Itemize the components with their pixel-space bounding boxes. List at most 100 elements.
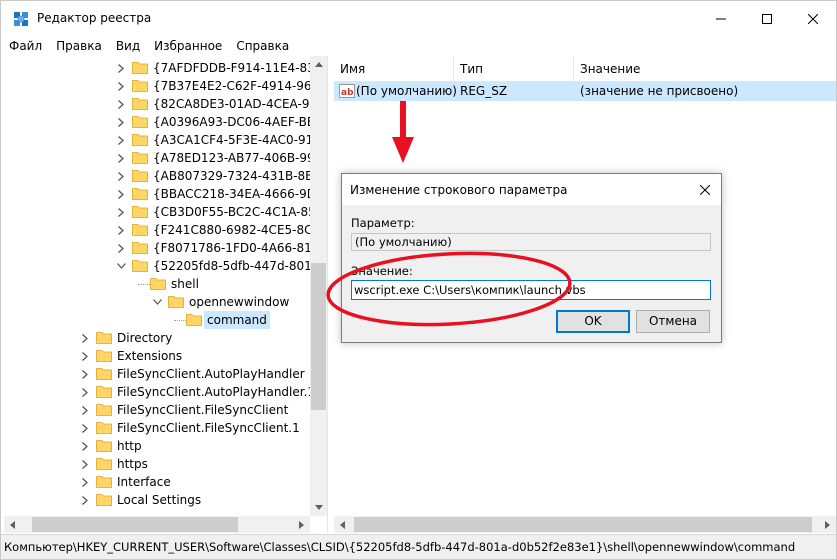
chevron-right-icon[interactable]: [116, 243, 126, 253]
chevron-down-icon[interactable]: [116, 261, 126, 271]
close-button[interactable]: [790, 1, 836, 37]
folder-icon: [132, 170, 148, 182]
string-value-icon: ab: [339, 84, 355, 98]
menu-edit[interactable]: Правка: [49, 37, 109, 56]
tree-item[interactable]: {F8071786-1FD0-4A66-81A1-3CB: [4, 239, 327, 257]
tree-item-label: Directory: [117, 331, 173, 345]
tree-item[interactable]: http: [4, 437, 324, 455]
tree-item[interactable]: {BBACC218-34EA-4666-9D7A-C7: [4, 185, 327, 203]
tree-item[interactable]: {AB807329-7324-431B-8B36-DBD: [4, 167, 327, 185]
folder-icon: [168, 296, 184, 308]
tree-item-label: FileSyncClient.AutoPlayHandler.1: [117, 385, 316, 399]
tree-item[interactable]: FileSyncClient.FileSyncClient: [4, 401, 324, 419]
registry-tree[interactable]: {7AFDFDDB-F914-11E4-8377-6C3 {7B37E4E2-C6…: [4, 56, 327, 533]
tree-item-label: shell: [171, 277, 199, 291]
tree-item-label: opennewwindow: [189, 295, 290, 309]
scroll-up-arrow-icon[interactable]: [310, 56, 327, 73]
cancel-button[interactable]: Отмена: [636, 310, 710, 333]
tree-item[interactable]: opennewwindow: [4, 293, 324, 311]
tree-item[interactable]: FileSyncClient.AutoPlayHandler.1: [4, 383, 324, 401]
folder-icon: [96, 332, 112, 344]
folder-icon: [132, 242, 148, 254]
tree-item[interactable]: {A0396A93-DC06-4AEF-BEE9-95F: [4, 113, 327, 131]
tree-item[interactable]: shell: [4, 275, 324, 293]
tree-item[interactable]: FileSyncClient.FileSyncClient.1: [4, 419, 324, 437]
minimize-icon: [716, 18, 726, 20]
scroll-left-arrow-icon[interactable]: [334, 516, 351, 533]
chevron-right-icon[interactable]: [116, 117, 126, 127]
menu-bar: Файл Правка Вид Избранное Справка: [1, 37, 836, 56]
status-path: Компьютер\HKEY_CURRENT_USER\Software\Cla…: [4, 540, 796, 554]
chevron-right-icon[interactable]: [116, 135, 126, 145]
column-header-type[interactable]: Тип: [454, 56, 574, 82]
chevron-right-icon[interactable]: [80, 441, 90, 451]
column-header-name[interactable]: Имя: [334, 56, 454, 82]
tree-item[interactable]: {F241C880-6982-4CE5-8CF7-7085: [4, 221, 327, 239]
chevron-right-icon[interactable]: [116, 153, 126, 163]
scroll-down-arrow-icon[interactable]: [310, 499, 327, 516]
row-value: (значение не присвоено): [580, 84, 739, 98]
chevron-right-icon[interactable]: [80, 405, 90, 415]
annotation-ellipse-icon: [326, 251, 572, 327]
tree-horizontal-scrollbar[interactable]: [4, 516, 310, 533]
scroll-right-arrow-icon[interactable]: [293, 516, 310, 533]
menu-favorites[interactable]: Избранное: [147, 37, 229, 56]
chevron-right-icon[interactable]: [80, 477, 90, 487]
list-row[interactable]: ab (По умолчанию) REG_SZ (значение не пр…: [334, 82, 836, 101]
column-header-value[interactable]: Значение: [574, 56, 836, 82]
param-label: Параметр:: [351, 216, 415, 230]
close-icon: [808, 14, 818, 24]
tree-item[interactable]: command: [4, 311, 324, 329]
tree-item[interactable]: Extensions: [4, 347, 324, 365]
chevron-right-icon[interactable]: [80, 495, 90, 505]
folder-icon: [132, 206, 148, 218]
list-horizontal-scrollbar[interactable]: [334, 516, 836, 533]
chevron-right-icon[interactable]: [116, 225, 126, 235]
tree-horizontal-scroll-thumb[interactable]: [32, 517, 238, 532]
chevron-right-icon[interactable]: [116, 207, 126, 217]
chevron-right-icon[interactable]: [80, 351, 90, 361]
minimize-button[interactable]: [698, 1, 744, 37]
chevron-right-icon[interactable]: [116, 81, 126, 91]
scroll-right-arrow-icon[interactable]: [819, 516, 836, 533]
tree-item[interactable]: {A3CA1CF4-5F3E-4AC0-91B9-0D: [4, 131, 327, 149]
chevron-right-icon[interactable]: [80, 387, 90, 397]
chevron-right-icon[interactable]: [116, 63, 126, 73]
chevron-right-icon[interactable]: [80, 459, 90, 469]
tree-item[interactable]: Interface: [4, 473, 324, 491]
folder-icon: [96, 386, 112, 398]
tree-item[interactable]: {7B37E4E2-C62F-4914-9620-8FB5: [4, 77, 327, 95]
dialog-title-bar: Изменение строкового параметра: [342, 174, 721, 205]
folder-open-icon: [186, 314, 202, 326]
list-horizontal-scroll-thumb[interactable]: [354, 517, 812, 532]
tree-item[interactable]: FileSyncClient.AutoPlayHandler: [4, 365, 324, 383]
maximize-button[interactable]: [744, 1, 790, 37]
chevron-right-icon[interactable]: [116, 189, 126, 199]
chevron-down-icon[interactable]: [152, 297, 162, 307]
folder-icon: [132, 260, 148, 272]
tree-item-label: Interface: [117, 475, 171, 489]
chevron-right-icon[interactable]: [80, 333, 90, 343]
folder-icon: [132, 152, 148, 164]
folder-icon: [96, 440, 112, 452]
tree-item[interactable]: Local Settings: [4, 491, 324, 509]
scroll-left-arrow-icon[interactable]: [4, 516, 21, 533]
tree-item-label: {82CA8DE3-01AD-4CEA-9D75-BE: [153, 97, 327, 111]
chevron-right-icon[interactable]: [80, 369, 90, 379]
tree-item[interactable]: Directory: [4, 329, 324, 347]
tree-item[interactable]: https: [4, 455, 324, 473]
chevron-right-icon[interactable]: [116, 99, 126, 109]
chevron-right-icon[interactable]: [116, 171, 126, 181]
window-title: Редактор реестра: [37, 11, 152, 25]
menu-view[interactable]: Вид: [109, 37, 147, 56]
chevron-right-icon[interactable]: [80, 423, 90, 433]
tree-item[interactable]: {82CA8DE3-01AD-4CEA-9D75-BE: [4, 95, 327, 113]
dialog-close-button[interactable]: [688, 174, 721, 205]
menu-help[interactable]: Справка: [229, 37, 296, 56]
tree-item[interactable]: {52205fd8-5dfb-447d-801a-d0b52: [4, 257, 327, 275]
menu-file[interactable]: Файл: [1, 37, 49, 56]
tree-item[interactable]: {7AFDFDDB-F914-11E4-8377-6C3: [4, 59, 327, 77]
tree-item[interactable]: {CB3D0F55-BC2C-4C1A-85ED-23: [4, 203, 327, 221]
tree-item[interactable]: {A78ED123-AB77-406B-9962-2A5: [4, 149, 327, 167]
tree-item-label: command: [204, 311, 270, 329]
